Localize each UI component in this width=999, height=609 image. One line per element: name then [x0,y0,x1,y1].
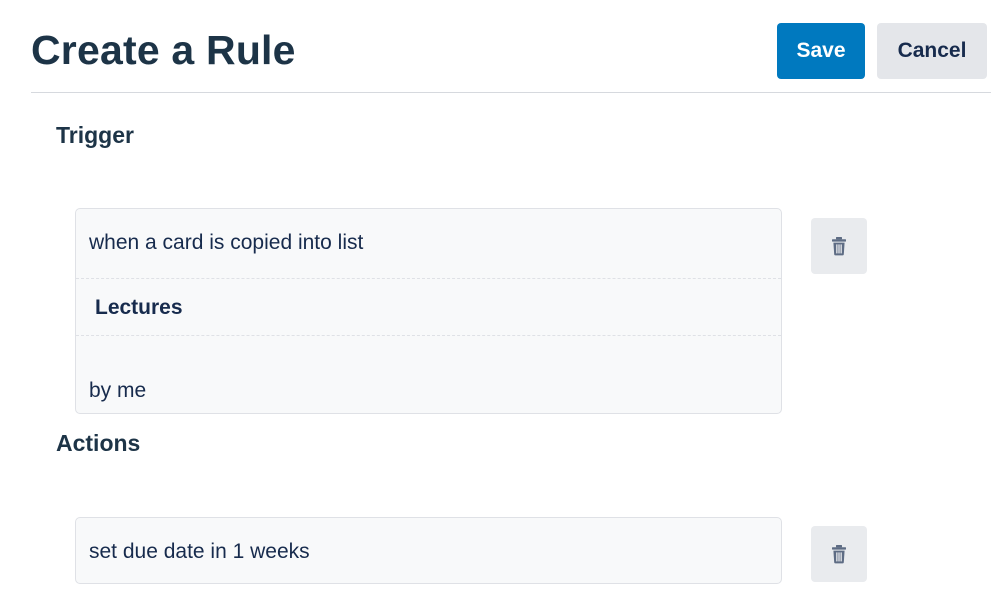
trash-icon [831,236,847,256]
page-title: Create a Rule [31,27,296,73]
rule-editor-page: Create a Rule Save Cancel Trigger when a… [0,0,999,609]
action-card[interactable]: set due date in 1 weeks [75,517,782,584]
action-text: set due date in 1 weeks [89,540,310,563]
trigger-section-title: Trigger [56,122,134,148]
trash-icon [831,544,847,564]
trigger-card[interactable]: when a card is copied into list Lectures… [75,208,782,414]
trigger-list-name[interactable]: Lectures [76,279,781,336]
delete-trigger-button[interactable] [811,218,867,274]
trigger-actor-text[interactable]: by me [76,336,781,414]
save-button[interactable]: Save [777,23,865,79]
delete-action-button[interactable] [811,526,867,582]
header-divider [31,92,991,93]
actions-section-title: Actions [56,430,141,456]
cancel-button[interactable]: Cancel [877,23,987,79]
trigger-condition-text: when a card is copied into list [76,209,781,279]
